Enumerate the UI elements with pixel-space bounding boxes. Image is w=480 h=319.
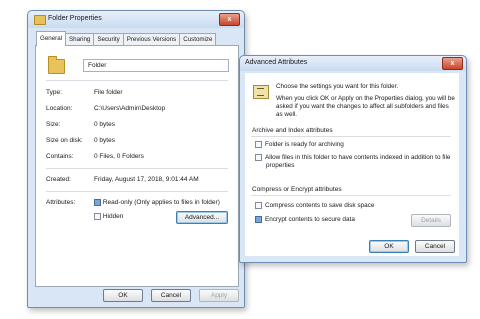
apply-button[interactable]: Apply xyxy=(199,289,239,302)
divider xyxy=(46,191,228,192)
archive-option[interactable]: Folder is ready for archiving xyxy=(255,141,344,148)
ok-button[interactable]: OK xyxy=(103,289,143,302)
folder-properties-titlebar[interactable]: Folder Properties x xyxy=(28,11,244,28)
description-line: asked if you want the changes to affect … xyxy=(276,103,449,110)
folder-icon xyxy=(34,15,46,25)
size-value: 0 bytes xyxy=(94,121,115,128)
location-value: C:\Users\Admin\Desktop xyxy=(94,105,166,112)
close-button[interactable]: x xyxy=(219,13,240,26)
compress-option[interactable]: Compress contents to save disk space xyxy=(255,202,374,209)
index-checkbox[interactable] xyxy=(255,154,262,161)
index-option[interactable]: Allow files in this folder to have conte… xyxy=(255,154,450,161)
folder-properties-window: Folder Properties x General Sharing Secu… xyxy=(27,10,245,308)
hidden-label: Hidden xyxy=(102,213,124,221)
hidden-checkbox[interactable] xyxy=(94,213,101,220)
encrypt-option[interactable]: Encrypt contents to secure data xyxy=(255,216,355,223)
divider xyxy=(46,80,228,81)
size-on-disk-label: Size on disk: xyxy=(46,137,83,144)
advanced-attributes-titlebar[interactable]: Advanced Attributes x xyxy=(240,56,466,71)
created-value: Friday, August 17, 2018, 9:01:44 AM xyxy=(94,176,199,183)
archive-checkbox[interactable] xyxy=(255,141,262,148)
size-on-disk-value: 0 bytes xyxy=(94,137,115,144)
contains-value: 0 Files, 0 Folders xyxy=(94,153,144,160)
dialog-title: Advanced Attributes xyxy=(245,59,308,66)
index-label-continued: properties xyxy=(266,162,295,169)
readonly-option[interactable]: Read-only (Only applies to files in fold… xyxy=(94,199,220,206)
description-line: When you click OK or Apply on the Proper… xyxy=(276,95,455,102)
tab-general[interactable]: General xyxy=(36,31,67,46)
folder-large-icon xyxy=(48,56,65,74)
hidden-option[interactable]: Hidden xyxy=(94,213,123,220)
created-label: Created: xyxy=(46,176,71,183)
attributes-icon xyxy=(253,85,269,99)
type-label: Type: xyxy=(46,89,62,96)
advanced-attributes-window: Advanced Attributes x Choose the setting… xyxy=(239,55,467,263)
cancel-button[interactable]: Cancel xyxy=(151,289,191,302)
tab-strip: General Sharing Security Previous Versio… xyxy=(36,31,217,46)
archive-label: Folder is ready for archiving xyxy=(265,141,344,149)
description-line: as well. xyxy=(276,111,297,118)
contains-label: Contains: xyxy=(46,153,74,160)
divider xyxy=(46,168,228,169)
folder-name-input[interactable]: Folder xyxy=(83,59,229,72)
readonly-checkbox[interactable] xyxy=(94,199,101,206)
archive-group-label: Archive and Index attributes xyxy=(252,127,333,134)
general-panel: Folder Type: File folder Location: C:\Us… xyxy=(35,45,239,287)
readonly-label: Read-only (Only applies to files in fold… xyxy=(102,199,220,207)
group-divider xyxy=(251,195,451,196)
index-label: Allow files in this folder to have conte… xyxy=(265,154,451,162)
encrypt-label: Encrypt contents to secure data xyxy=(265,216,355,224)
attributes-label: Attributes: xyxy=(46,199,76,206)
compress-checkbox[interactable] xyxy=(255,202,262,209)
description-line: Choose the settings you want for this fo… xyxy=(276,83,399,90)
group-divider xyxy=(251,136,451,137)
location-label: Location: xyxy=(46,105,73,112)
details-button[interactable]: Details xyxy=(411,214,451,227)
encrypt-checkbox[interactable] xyxy=(255,216,262,223)
ok-button[interactable]: OK xyxy=(369,240,409,253)
size-label: Size: xyxy=(46,121,61,128)
advanced-button[interactable]: Advanced... xyxy=(176,211,228,224)
advanced-attributes-body: Choose the settings you want for this fo… xyxy=(245,73,459,256)
compress-label: Compress contents to save disk space xyxy=(265,202,375,210)
type-value: File folder xyxy=(94,89,123,96)
cancel-button[interactable]: Cancel xyxy=(415,240,455,253)
compress-group-label: Compress or Encrypt attributes xyxy=(252,186,342,193)
close-button[interactable]: x xyxy=(442,57,463,70)
window-title: Folder Properties xyxy=(48,15,102,22)
